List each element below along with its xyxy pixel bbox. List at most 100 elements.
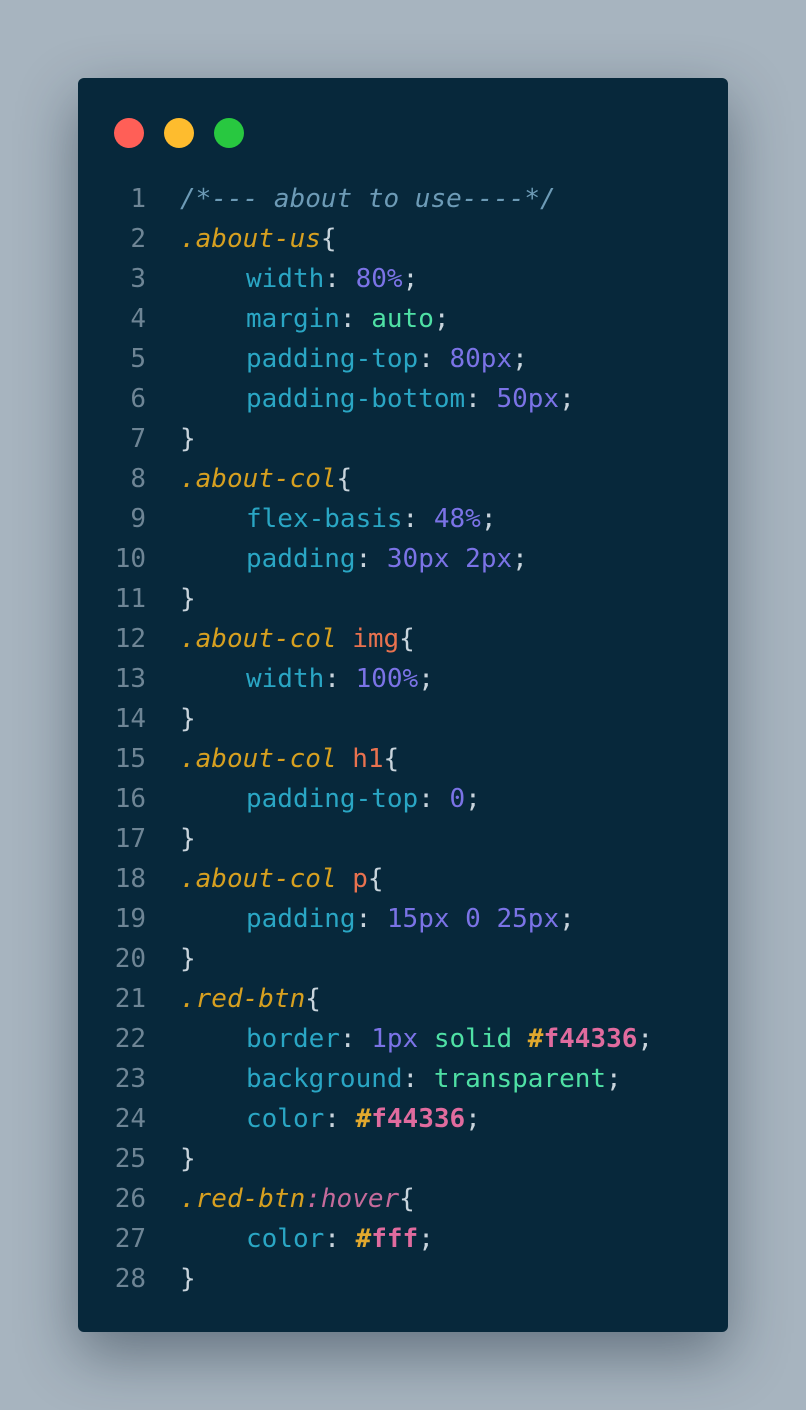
code-token-tag: p [352,864,368,894]
code-text: } [180,419,196,459]
minimize-dot-icon[interactable] [164,118,194,148]
code-line: 22 border: 1px solid #f44336; [78,1019,728,1059]
code-text: border: 1px solid #f44336; [180,1019,653,1059]
code-line: 11} [78,579,728,619]
code-text: margin: auto; [180,299,450,339]
code-token-punct: ; [433,304,450,334]
code-token-selector: .red-btn [180,984,306,1014]
line-number: 10 [114,544,146,574]
code-token-punct [450,904,466,934]
code-text: flex-basis: 48%; [180,499,496,539]
code-token-brace: { [399,1184,415,1214]
code-token-punct: : [339,1024,372,1054]
code-line: 4 margin: auto; [78,299,728,339]
line-number: 9 [130,504,146,534]
line-number: 21 [114,984,146,1014]
code-token-punct: : [324,1104,356,1134]
code-line: 25} [78,1139,728,1179]
code-token-punct: : [355,904,387,934]
code-line: 18 .about-col p{ [78,859,728,899]
line-number: 8 [130,464,146,494]
maximize-dot-icon[interactable] [214,118,244,148]
code-token-brace: { [320,224,337,254]
line-number: 14 [114,704,146,734]
code-token-brace: } [180,1264,196,1294]
code-text: padding-bottom: 50px; [180,379,575,419]
code-token-punct: : [465,384,497,414]
code-text: padding-top: 0; [180,779,481,819]
code-text: width: 100%; [180,659,434,699]
code-token-num: 80% [355,264,403,294]
code-token-num: 50px [496,384,560,414]
code-token-punct: ; [465,1104,481,1134]
code-token-tag: img [352,624,400,654]
line-number: 1 [130,184,146,214]
code-line: 12 .about-col img{ [78,619,728,659]
code-token-hash: # [355,1224,372,1254]
code-token-punct: : [418,344,450,374]
code-token-punct: ; [402,264,419,294]
code-token-punct: ; [512,344,528,374]
code-text: } [180,1259,196,1299]
code-line: 27 color: #fff; [78,1219,728,1259]
code-token-punct: : [324,664,356,694]
close-dot-icon[interactable] [114,118,144,148]
code-token-hex: fff [371,1224,419,1254]
code-token-punct: ; [606,1064,622,1094]
code-token-punct [450,544,466,574]
code-token-punct [418,1024,434,1054]
code-text: padding: 30px 2px; [180,539,528,579]
code-token-prop: background [246,1064,403,1094]
line-number: 22 [114,1024,146,1054]
code-token-brace: } [180,584,196,614]
code-token-prop: width [246,264,325,294]
code-text: padding: 15px 0 25px; [180,899,575,939]
code-line: 15 .about-col h1{ [78,739,728,779]
code-text: } [180,699,196,739]
code-token-num: 2px [465,544,513,574]
code-line: 8 .about-col{ [78,459,728,499]
code-line: 26 .red-btn:hover{ [78,1179,728,1219]
code-token-num: 80px [449,344,513,374]
code-token-punct: : [324,1224,356,1254]
code-text: .red-btn:hover{ [180,1179,415,1219]
code-text: .about-us{ [180,219,337,259]
code-token-num: 0 [449,784,466,814]
code-token-num: 30px [386,544,450,574]
code-line: 5 padding-top: 80px; [78,339,728,379]
code-text: } [180,1139,196,1179]
code-token-selector: .about-us [180,224,321,254]
code-token-punct [481,904,497,934]
line-number: 2 [130,224,146,254]
code-token-kw: solid [433,1024,513,1054]
code-token-num: 100% [355,664,419,694]
line-number: 28 [114,1264,146,1294]
code-token-prop: padding-top [246,344,419,374]
code-token-punct [337,744,353,774]
code-text: .about-col p{ [180,859,384,899]
code-token-brace: } [180,824,196,854]
code-token-punct: : [402,1064,434,1094]
code-token-brace: { [336,464,353,494]
line-number: 13 [114,664,146,694]
code-token-hex: f44336 [371,1104,466,1134]
code-token-prop: border [246,1024,340,1054]
code-line: 14} [78,699,728,739]
code-token-selector: .about-col [180,624,337,654]
code-line: 13 width: 100%; [78,659,728,699]
line-number: 12 [114,624,146,654]
code-token-kw: transparent [433,1064,607,1094]
code-line: 19 padding: 15px 0 25px; [78,899,728,939]
line-number: 5 [130,344,146,374]
code-line: 1 /*--- about to use----*/ [78,179,728,219]
code-token-selector: .red-btn [180,1184,306,1214]
code-token-tag: h1 [352,744,384,774]
code-token-num: 25px [496,904,560,934]
code-token-hex: f44336 [543,1024,638,1054]
line-number: 19 [114,904,146,934]
code-token-punct: : [402,504,434,534]
line-number: 27 [114,1224,146,1254]
code-line: 9 flex-basis: 48%; [78,499,728,539]
code-text: width: 80%; [180,259,418,299]
code-token-punct: ; [465,784,481,814]
